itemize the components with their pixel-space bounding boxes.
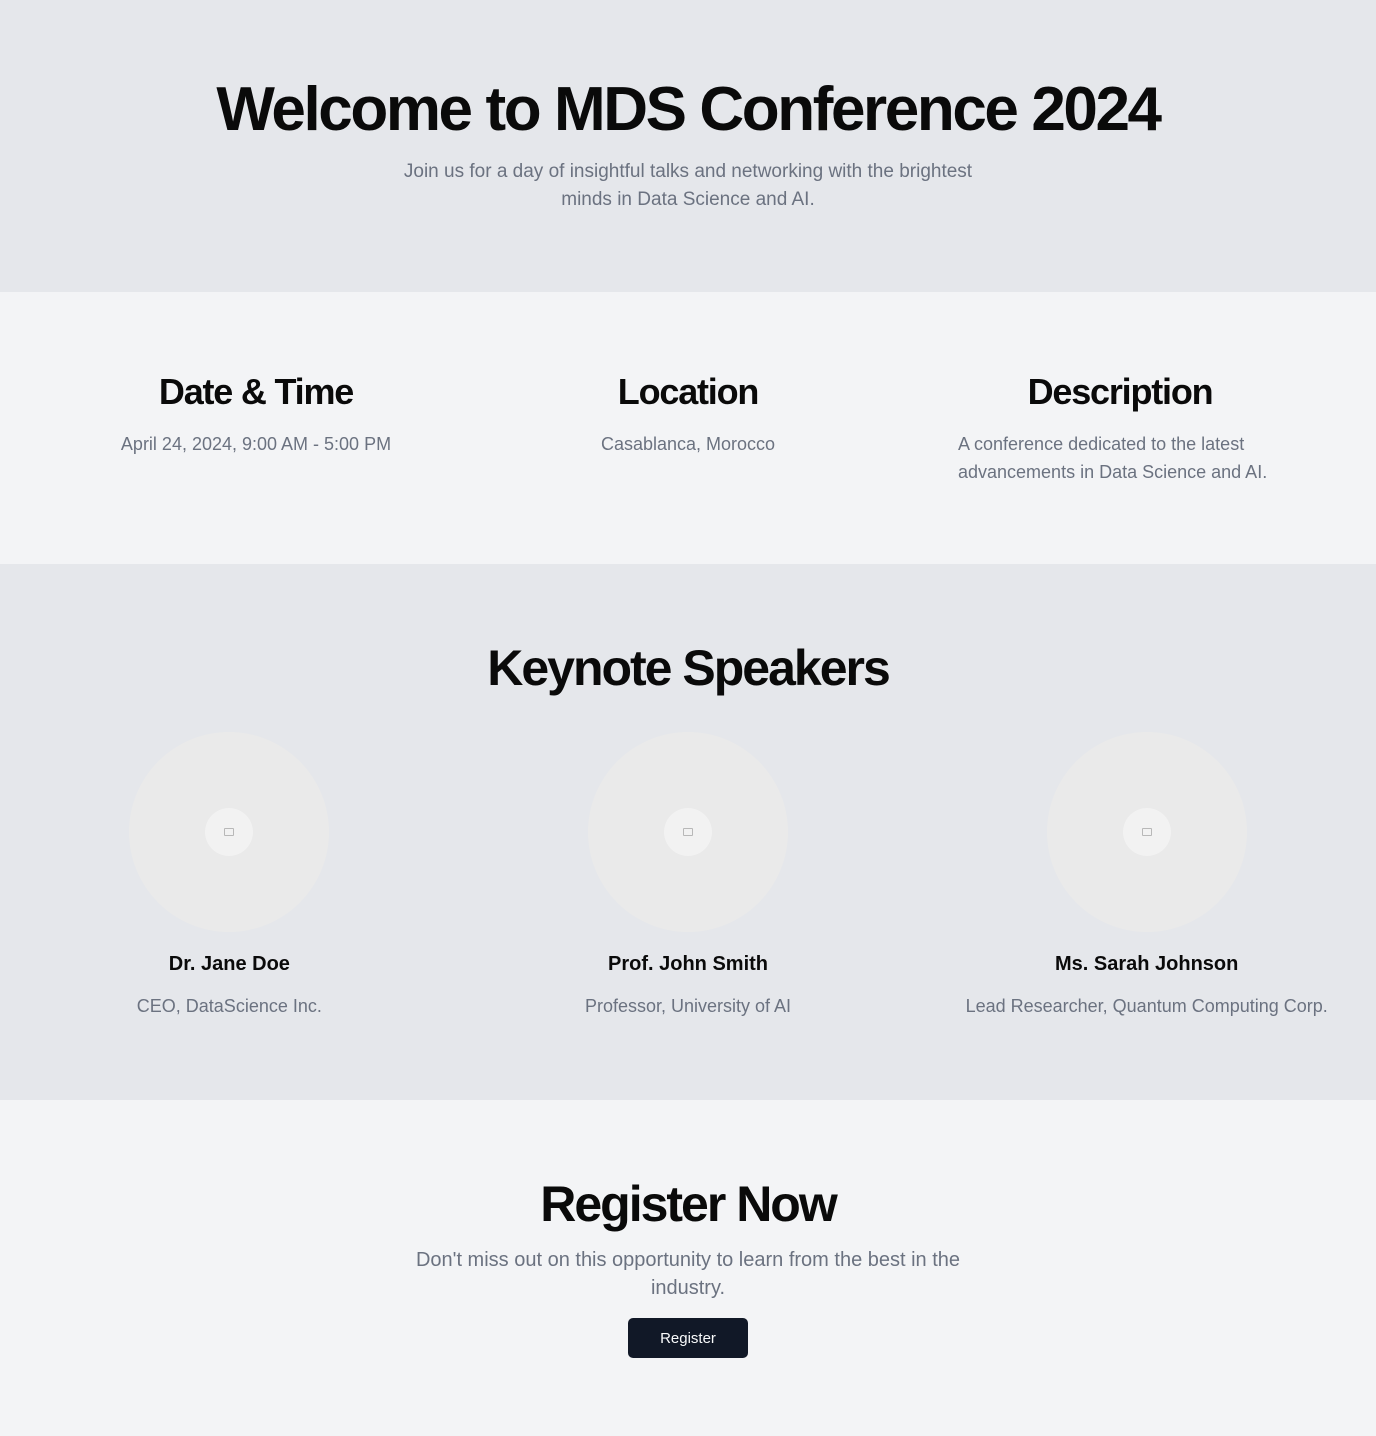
event-info-section: Date & Time April 24, 2024, 9:00 AM - 5:…	[0, 292, 1376, 564]
date-time-heading: Date & Time	[158, 371, 354, 412]
speaker-avatar	[129, 732, 330, 932]
speaker-name: Prof. John Smith	[608, 953, 768, 975]
speaker-name: Dr. Jane Doe	[168, 953, 290, 975]
speaker-role: Lead Researcher, Quantum Computing Corp.	[965, 996, 1328, 1016]
speaker-name: Ms. Sarah Johnson	[1054, 953, 1239, 975]
register-button[interactable]: Register	[628, 1318, 748, 1358]
image-placeholder-icon	[1141, 828, 1152, 836]
speaker-list: Dr. Jane Doe CEO, DataScience Inc. Prof.…	[0, 732, 1376, 1018]
speaker-avatar	[1046, 732, 1247, 932]
speaker-card: Ms. Sarah Johnson Lead Researcher, Quant…	[917, 732, 1376, 1018]
hero-section: Welcome to MDS Conference 2024 Join us f…	[0, 0, 1376, 292]
register-heading: Register Now	[540, 1176, 838, 1232]
hero-subtitle: Join us for a day of insightful talks an…	[403, 161, 973, 210]
speakers-heading: Keynote Speakers	[487, 640, 891, 696]
speaker-role: Professor, University of AI	[584, 996, 792, 1016]
speakers-section: Keynote Speakers Dr. Jane Doe CEO, DataS…	[0, 564, 1376, 1100]
register-text: Don't miss out on this opportunity to le…	[415, 1249, 961, 1299]
speaker-card: Dr. Jane Doe CEO, DataScience Inc.	[0, 732, 459, 1018]
image-placeholder-icon	[224, 828, 235, 836]
location-block: Location Casablanca, Morocco	[472, 368, 904, 564]
speaker-avatar	[588, 732, 788, 932]
description-block: Description A conference dedicated to th…	[904, 368, 1336, 564]
location-heading: Location	[617, 371, 760, 412]
location-text: Casablanca, Morocco	[600, 434, 776, 454]
speaker-card: Prof. John Smith Professor, University o…	[459, 732, 918, 1018]
description-heading: Description	[1027, 371, 1214, 412]
date-time-text: April 24, 2024, 9:00 AM - 5:00 PM	[120, 434, 392, 454]
register-section: Register Now Don't miss out on this oppo…	[0, 1100, 1376, 1436]
image-placeholder-icon	[683, 828, 693, 836]
description-text: A conference dedicated to the latest adv…	[958, 434, 1268, 482]
speaker-role: CEO, DataScience Inc.	[136, 996, 322, 1016]
page-title: Welcome to MDS Conference 2024	[216, 75, 1162, 144]
date-time-block: Date & Time April 24, 2024, 9:00 AM - 5:…	[40, 368, 472, 564]
